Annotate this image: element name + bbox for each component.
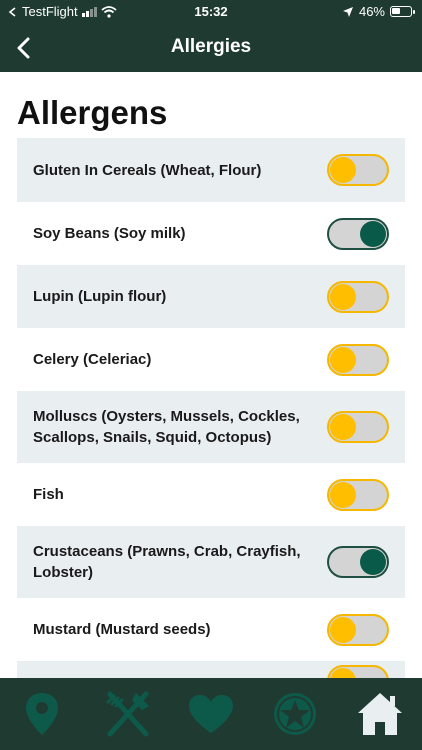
- allergen-label: Celery (Celeriac): [33, 351, 152, 368]
- allergen-label: Mustard (Mustard seeds): [33, 621, 211, 638]
- tab-bar: [0, 678, 422, 750]
- allergen-toggle[interactable]: [327, 154, 389, 186]
- tab-favourites[interactable]: [169, 678, 253, 750]
- allergen-toggle[interactable]: [327, 546, 389, 578]
- allergen-row: Molluscs (Oysters, Mussels, Cockles, Sca…: [17, 391, 405, 463]
- allergen-label: Crustaceans (Prawns, Crab, Crayfish, Lob…: [33, 543, 301, 581]
- battery-fill: [392, 8, 400, 14]
- allergen-toggle[interactable]: [327, 411, 389, 443]
- tab-location[interactable]: [0, 678, 84, 750]
- section-title: Allergens: [17, 94, 168, 131]
- toggle-knob: [330, 616, 356, 643]
- allergen-toggle[interactable]: [327, 343, 389, 376]
- allergen-row: Celery (Celeriac): [17, 328, 405, 391]
- app-screen: TestFlight 15:32 46% Allergies Allergens…: [0, 0, 422, 750]
- allergen-list: Gluten In Cereals (Wheat, Flour) Soy Bean…: [17, 138, 405, 678]
- page-title: Allergies: [170, 36, 252, 57]
- status-bar: TestFlight 15:32 46%: [0, 0, 422, 24]
- location-arrow-icon: [342, 6, 353, 17]
- battery-icon: [390, 6, 415, 17]
- allergen-row: Crustaceans (Prawns, Crab, Crayfish, Lob…: [17, 526, 405, 598]
- heart-icon: [189, 695, 233, 733]
- allergen-label: Lupin (Lupin flour): [33, 288, 167, 305]
- map-pin-icon: [26, 693, 58, 735]
- header: TestFlight 15:32 46% Allergies: [0, 0, 422, 72]
- allergen-row: Mustard (Mustard seeds): [17, 598, 405, 661]
- allergen-row: [17, 661, 405, 678]
- status-right: 46%: [342, 4, 415, 19]
- allergen-row: Lupin (Lupin flour): [17, 265, 405, 328]
- fork-knife-icon: [106, 691, 149, 737]
- allergen-label: Molluscs (Oysters, Mussels, Cockles, Sca…: [33, 408, 300, 446]
- allergen-toggle[interactable]: [327, 613, 389, 646]
- allergen-toggle[interactable]: [327, 478, 389, 511]
- toggle-knob: [360, 549, 386, 575]
- allergen-label: Soy Beans (Soy milk): [33, 225, 186, 242]
- toggle-knob: [330, 668, 356, 678]
- allergen-row: Fish: [17, 463, 405, 526]
- allergen-toggle[interactable]: [327, 665, 389, 678]
- content-area[interactable]: Allergens Gluten In Cereals (Wheat, Flou…: [0, 72, 422, 678]
- toggle-knob: [330, 414, 356, 440]
- allergen-toggle[interactable]: [327, 217, 389, 250]
- allergen-row: Soy Beans (Soy milk): [17, 202, 405, 265]
- toggle-knob: [330, 346, 356, 373]
- tab-restaurants[interactable]: [86, 678, 170, 750]
- battery-percent: 46%: [358, 4, 385, 19]
- toggle-knob: [330, 481, 356, 508]
- tab-rewards[interactable]: [253, 678, 337, 750]
- toggle-knob: [330, 157, 356, 183]
- nav-bar: Allergies: [0, 24, 422, 72]
- home-icon: [358, 693, 402, 735]
- allergen-label: Gluten In Cereals (Wheat, Flour): [33, 161, 262, 179]
- allergen-toggle[interactable]: [327, 280, 389, 313]
- allergen-row: Gluten In Cereals (Wheat, Flour): [17, 138, 405, 202]
- allergen-label: Fish: [33, 486, 64, 503]
- toggle-knob: [360, 220, 386, 247]
- star-badge-icon: [274, 693, 316, 735]
- tab-home[interactable]: [338, 678, 422, 750]
- toggle-knob: [330, 283, 356, 310]
